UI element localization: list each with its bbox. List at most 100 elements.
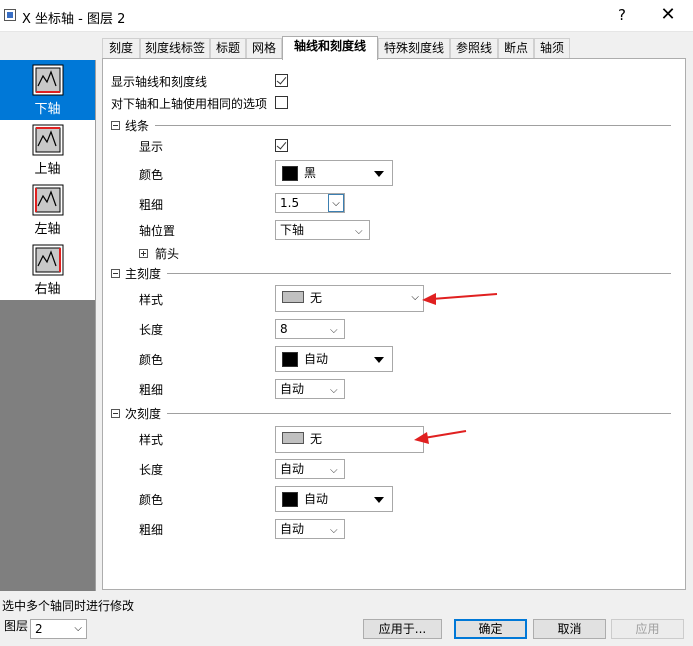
line-thickness-value: 1.5: [280, 196, 300, 210]
line-color-dropdown[interactable]: 黑: [275, 160, 393, 186]
major-length-dropdown[interactable]: 8 ⌵: [275, 319, 345, 339]
chevron-down-icon: ⌵: [411, 292, 419, 303]
collapse-line-icon[interactable]: [111, 121, 120, 130]
help-button[interactable]: ?: [612, 6, 632, 24]
minor-color-dropdown[interactable]: 自动: [275, 486, 393, 512]
line-thickness-label: 粗细: [139, 198, 164, 212]
dropdown-arrow-icon: [374, 357, 384, 363]
line-color-value: 黑: [304, 166, 317, 180]
sidebar-item-top-axis[interactable]: 上轴: [0, 120, 95, 180]
same-options-checkbox[interactable]: [275, 96, 288, 109]
sidebar-item-label: 下轴: [34, 102, 61, 117]
apply-to-button[interactable]: 应用于...: [363, 619, 442, 639]
minor-style-label: 样式: [139, 433, 164, 447]
major-color-value: 自动: [304, 352, 329, 366]
color-swatch: [282, 166, 298, 181]
dropdown-arrow-icon: [374, 171, 384, 177]
major-style-label: 样式: [139, 293, 164, 307]
tab-special-ticks[interactable]: 特殊刻度线: [378, 38, 450, 58]
line-color-label: 颜色: [139, 168, 164, 182]
minor-color-value: 自动: [304, 492, 329, 506]
line-show-label: 显示: [139, 140, 164, 154]
arrow-section-label: 箭头: [155, 247, 180, 261]
line-thickness-combo[interactable]: 1.5 ⌵: [275, 193, 345, 213]
major-thickness-label: 粗细: [139, 383, 164, 397]
axis-position-label: 轴位置: [139, 224, 176, 238]
axis-position-value: 下轴: [280, 223, 305, 237]
layer-dropdown[interactable]: 2 ⌵: [30, 619, 87, 639]
section-divider: [155, 125, 671, 126]
minor-length-label: 长度: [139, 463, 164, 477]
color-swatch: [282, 352, 298, 367]
options-panel: 显示轴线和刻度线 对下轴和上轴使用相同的选项 线条 显示 颜色 黑 粗细 1.5…: [102, 58, 686, 590]
top-axis-icon: [32, 124, 64, 156]
ok-button[interactable]: 确定: [454, 619, 527, 639]
chevron-down-icon: ⌵: [330, 525, 338, 536]
status-text: 选中多个轴同时进行修改: [2, 599, 135, 613]
sidebar-item-bottom-axis[interactable]: 下轴: [0, 60, 95, 120]
sidebar-item-right-axis[interactable]: 右轴: [0, 240, 95, 300]
cancel-button[interactable]: 取消: [533, 619, 606, 639]
tab-scale[interactable]: 刻度: [102, 38, 140, 58]
minor-length-dropdown[interactable]: 自动 ⌵: [275, 459, 345, 479]
major-style-dropdown[interactable]: 无 ⌵: [275, 285, 424, 312]
tab-grid[interactable]: 网格: [246, 38, 282, 58]
same-options-label: 对下轴和上轴使用相同的选项: [111, 97, 268, 111]
major-thickness-value: 自动: [280, 382, 305, 396]
bottom-axis-icon: [32, 64, 64, 96]
show-axis-ticks-label: 显示轴线和刻度线: [111, 75, 208, 89]
sidebar-item-label: 左轴: [34, 222, 61, 237]
apply-button[interactable]: 应用: [611, 619, 684, 639]
show-axis-ticks-checkbox[interactable]: [275, 74, 288, 87]
minor-thickness-label: 粗细: [139, 523, 164, 537]
sidebar-item-label: 上轴: [34, 162, 61, 177]
major-length-value: 8: [280, 322, 288, 336]
chevron-down-icon: ⌵: [74, 623, 82, 634]
chevron-down-icon[interactable]: ⌵: [328, 194, 344, 212]
tab-breaks[interactable]: 断点: [498, 38, 534, 58]
minor-thickness-value: 自动: [280, 522, 305, 536]
sidebar-item-label: 右轴: [34, 282, 61, 297]
major-color-dropdown[interactable]: 自动: [275, 346, 393, 372]
section-divider: [167, 273, 671, 274]
major-ticks-section-label: 主刻度: [125, 267, 162, 281]
major-color-label: 颜色: [139, 353, 164, 367]
window-title: X 坐标轴 - 图层 2: [22, 12, 126, 27]
right-axis-icon: [32, 244, 64, 276]
layer-value: 2: [35, 622, 43, 636]
minor-length-value: 自动: [280, 462, 305, 476]
minor-thickness-dropdown[interactable]: 自动 ⌵: [275, 519, 345, 539]
line-show-checkbox[interactable]: [275, 139, 288, 152]
title-bar: X 坐标轴 - 图层 2 ? ✕: [0, 0, 693, 32]
color-swatch: [282, 492, 298, 507]
tab-rug[interactable]: 轴须: [534, 38, 570, 58]
style-swatch: [282, 291, 304, 303]
tab-reference-lines[interactable]: 参照线: [450, 38, 498, 58]
axis-list: 下轴 上轴 左轴 右轴: [0, 60, 96, 591]
style-swatch: [282, 432, 304, 444]
tab-title[interactable]: 标题: [210, 38, 246, 58]
minor-color-label: 颜色: [139, 493, 164, 507]
major-thickness-dropdown[interactable]: 自动 ⌵: [275, 379, 345, 399]
sidebar-item-left-axis[interactable]: 左轴: [0, 180, 95, 240]
collapse-minor-icon[interactable]: [111, 409, 120, 418]
minor-ticks-section-label: 次刻度: [125, 407, 162, 421]
axis-position-dropdown[interactable]: 下轴 ⌵: [275, 220, 370, 240]
app-icon: [4, 9, 16, 21]
expand-arrow-icon[interactable]: [139, 249, 148, 258]
major-length-label: 长度: [139, 323, 164, 337]
line-section-label: 线条: [125, 119, 150, 133]
collapse-major-icon[interactable]: [111, 269, 120, 278]
dropdown-arrow-icon: [374, 497, 384, 503]
tab-line-and-ticks[interactable]: 轴线和刻度线: [282, 36, 378, 60]
left-axis-icon: [32, 184, 64, 216]
chevron-down-icon: ⌵: [355, 226, 363, 237]
close-button[interactable]: ✕: [656, 4, 680, 25]
section-divider: [167, 413, 671, 414]
chevron-down-icon: ⌵: [330, 385, 338, 396]
minor-style-dropdown[interactable]: 无: [275, 426, 424, 453]
major-style-value: 无: [310, 291, 323, 305]
minor-style-value: 无: [310, 432, 323, 446]
chevron-down-icon: ⌵: [330, 325, 338, 336]
tab-tick-labels[interactable]: 刻度线标签: [140, 38, 210, 58]
